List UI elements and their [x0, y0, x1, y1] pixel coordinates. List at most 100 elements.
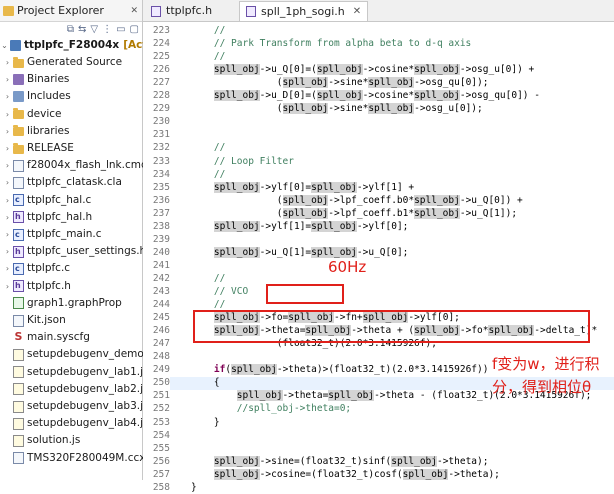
maximize-icon[interactable]: ▢: [130, 24, 139, 38]
tree-item[interactable]: › ttplpfc_main.c: [3, 227, 102, 242]
expand-arrow-icon[interactable]: ›: [3, 107, 12, 122]
expand-arrow-icon[interactable]: ›: [3, 72, 12, 87]
highlighted-identifier: spll_obj: [213, 90, 260, 102]
line-number: 250: [152, 377, 170, 389]
tree-item[interactable]: › Generated Source: [3, 55, 122, 70]
tree-item[interactable]: setupdebugenv_demo.j: [3, 347, 150, 362]
tree-item[interactable]: TMS320F280049M.ccxn: [3, 451, 152, 466]
expand-arrow-icon[interactable]: ›: [3, 261, 12, 276]
line-number: 239: [152, 233, 170, 245]
close-icon[interactable]: ✕: [130, 6, 138, 16]
code-line: // Loop Filter: [191, 156, 294, 168]
file-icon: [13, 159, 24, 172]
tree-item[interactable]: › ttplpfc_hal.c: [3, 192, 91, 208]
tree-item[interactable]: setupdebugenv_lab2.js: [3, 382, 148, 397]
collapse-all-icon[interactable]: ⧉: [67, 24, 74, 38]
code-token: }: [191, 416, 220, 428]
expand-arrow-icon[interactable]: ›: [3, 279, 12, 294]
tree-item[interactable]: setupdebugenv_lab4.js: [3, 416, 148, 431]
h-file-icon: [151, 5, 161, 17]
expand-arrow-icon[interactable]: ›: [3, 175, 12, 190]
highlighted-identifier: spll_obj: [368, 103, 415, 115]
code-line: spll_obj->cosine=(float32_t)cosf(spll_ob…: [191, 468, 500, 481]
expand-arrow-icon[interactable]: ›: [3, 124, 12, 139]
line-number: 248: [152, 351, 170, 363]
highlighted-identifier: spll_obj: [213, 455, 260, 467]
view-menu-icon[interactable]: ⋮: [102, 24, 112, 38]
code-comment: //: [191, 168, 226, 180]
tree-item[interactable]: setupdebugenv_lab3.js: [3, 399, 148, 414]
tree-item[interactable]: › f28004x_flash_lnk.cmd: [3, 158, 148, 173]
code-token: ->u_Q[1]=: [259, 246, 312, 258]
highlighted-identifier: spll_obj: [316, 64, 363, 76]
tree-item[interactable]: › ttplpfc.h: [3, 278, 71, 294]
code-token: ->osg_u[0]) +: [459, 64, 535, 76]
tree-item[interactable]: › device: [3, 107, 62, 122]
tree-item[interactable]: › libraries: [3, 124, 70, 139]
line-number: 234: [152, 168, 170, 180]
folder-icon: [13, 142, 24, 154]
binaries-icon: [13, 74, 24, 86]
file-icon: [13, 176, 24, 189]
filter-icon[interactable]: ▽: [90, 24, 98, 38]
tree-item[interactable]: Kit.json: [3, 313, 66, 328]
js-file-icon: [13, 383, 24, 396]
tree-item[interactable]: › ttplpfc_user_settings.h: [3, 244, 146, 259]
tree-item-label: ttplpfc_user_settings.h: [27, 245, 147, 258]
tab-label: ttplpfc.h: [166, 4, 213, 17]
tree-item[interactable]: Smain.syscfg: [3, 330, 90, 345]
tree-item-label: ttplpfc.h: [27, 279, 71, 292]
tree-item[interactable]: › RELEASE: [3, 141, 74, 156]
expand-arrow-icon[interactable]: ›: [3, 227, 12, 242]
line-number: 223: [152, 25, 170, 36]
tree-item[interactable]: › ttplpfc.c: [3, 261, 70, 276]
minimize-icon[interactable]: ▭: [116, 24, 125, 38]
expand-arrow-icon[interactable]: ›: [3, 89, 12, 104]
code-line: //: [191, 273, 225, 285]
line-number: 232: [152, 142, 170, 154]
c-file-icon: [13, 227, 24, 242]
line-number: 245: [152, 312, 170, 324]
tree-item[interactable]: graph1.graphProp: [3, 296, 122, 311]
tree-item[interactable]: setupdebugenv_lab1.js: [3, 365, 148, 380]
code-line: (spll_obj->lpf_coeff.b1*spll_obj->u_Q[1]…: [191, 207, 517, 220]
expand-arrow-icon[interactable]: ⌄: [0, 38, 9, 53]
highlighted-identifier: spll_obj: [282, 194, 329, 206]
code-token: (: [191, 103, 283, 115]
tree-item[interactable]: › Binaries: [3, 72, 69, 87]
code-line: //: [191, 25, 225, 37]
project-icon: [10, 40, 21, 51]
expand-arrow-icon[interactable]: ›: [3, 244, 12, 259]
js-file-icon: [13, 348, 24, 361]
tree-item[interactable]: solution.js: [3, 433, 80, 448]
expand-arrow-icon[interactable]: ›: [3, 141, 12, 156]
highlighted-identifier: spll_obj: [236, 390, 283, 402]
tree-item[interactable]: › ttplpfc_hal.h: [3, 209, 92, 225]
line-number: 227: [152, 77, 170, 89]
line-number: 235: [152, 181, 170, 193]
expand-arrow-icon[interactable]: ›: [3, 193, 12, 208]
highlighted-identifier: spll_obj: [231, 364, 277, 376]
expand-arrow-icon[interactable]: ›: [3, 55, 12, 70]
tree-item[interactable]: › ttplpfc_clatask.cla: [3, 175, 122, 190]
tab-spll-1ph-sogi-h[interactable]: spll_1ph_sogi.h ✕: [239, 1, 369, 22]
code-line: spll_obj->u_D[0]=(spll_obj->cosine*spll_…: [191, 90, 540, 102]
expand-arrow-icon[interactable]: ›: [3, 158, 12, 173]
close-tab-icon[interactable]: ✕: [353, 2, 361, 22]
tree-item-label: setupdebugenv_lab3.js: [27, 400, 149, 412]
expand-arrow-icon[interactable]: ›: [3, 210, 12, 225]
tree-item-label: main.syscfg: [27, 331, 90, 344]
theta-integration-box: [193, 310, 590, 343]
code-line: spll_obj->u_Q[0]=(spll_obj->cosine*spll_…: [191, 64, 534, 76]
link-editor-icon[interactable]: ⇆: [78, 24, 86, 38]
tree-item-label: ttplpfc.c: [27, 262, 71, 275]
line-number: 237: [152, 207, 170, 219]
h-file-icon: [246, 6, 256, 17]
code-token: ->lpf_coeff.b1*: [328, 207, 415, 219]
line-number: 247: [152, 338, 170, 350]
code-line: //: [191, 169, 225, 181]
tree-item[interactable]: › Includes: [3, 89, 71, 104]
tab-ttplpfc-h[interactable]: ttplpfc.h: [145, 1, 218, 21]
